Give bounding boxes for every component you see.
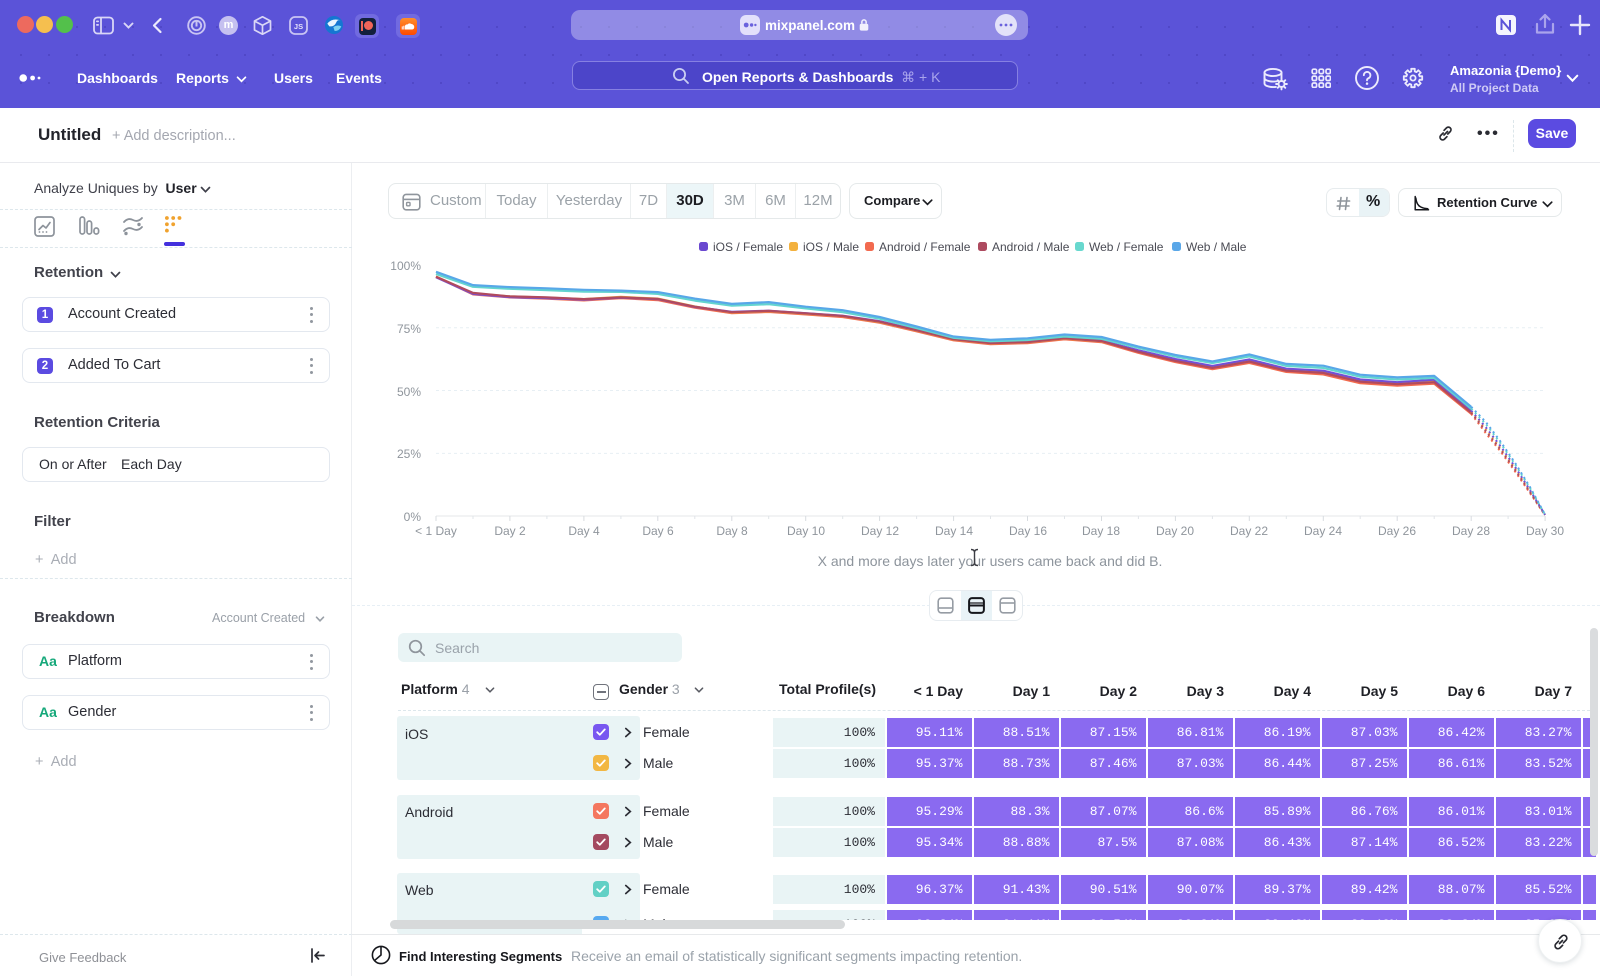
svg-text:JS: JS (294, 22, 303, 31)
